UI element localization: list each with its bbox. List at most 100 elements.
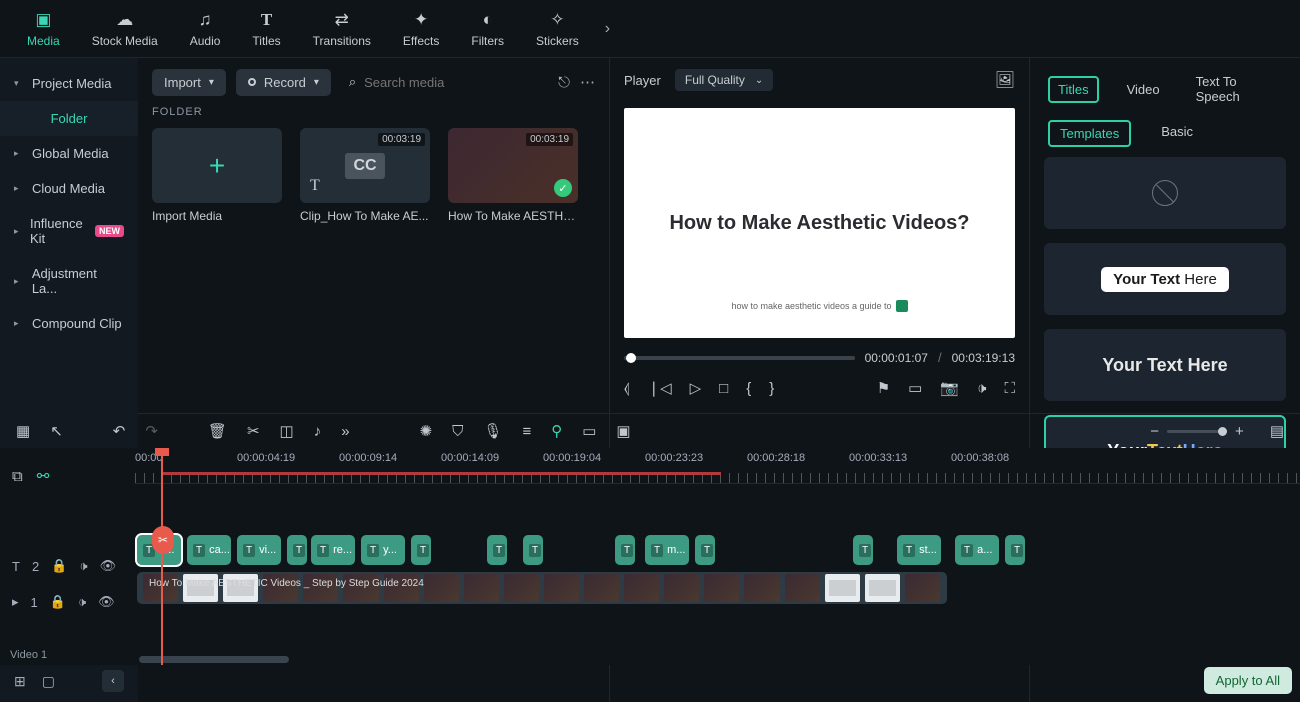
zoom-slider[interactable] (1167, 430, 1227, 433)
undo-icon[interactable]: ↶ (113, 422, 126, 440)
player-canvas[interactable]: How to Make Aesthetic Videos? how to mak… (624, 108, 1015, 338)
mark-in-icon[interactable]: { (746, 380, 751, 397)
marker-icon[interactable]: ⚑ (877, 379, 890, 397)
title-clip[interactable]: T (853, 535, 873, 565)
sidebar-compound-clip[interactable]: ▸Compound Clip (0, 306, 138, 341)
sidebar-influence-kit[interactable]: ▸Influence KitNEW (0, 206, 138, 256)
grid-icon[interactable]: ▦ (16, 422, 30, 440)
zoom-handle[interactable] (1218, 427, 1227, 436)
record-button[interactable]: Record▾ (236, 69, 331, 96)
shield-icon[interactable]: ⛉ (452, 423, 463, 440)
inspector-tab-tts[interactable]: Text To Speech (1188, 70, 1282, 108)
tab-transitions[interactable]: ⇄ Transitions (301, 6, 383, 52)
apply-to-all-button[interactable]: Apply to All (1204, 667, 1292, 694)
split-icon[interactable]: ✂ (247, 422, 260, 440)
volume-icon[interactable]: 🕩 (977, 380, 986, 397)
video-track[interactable]: How To Make AESTHETIC Videos _ Step by S… (135, 570, 1300, 608)
tab-effects[interactable]: ✦ Effects (391, 6, 451, 52)
eye-icon[interactable]: 👁 (98, 594, 115, 610)
lock-icon[interactable]: 🔒 (50, 594, 66, 610)
scrub-handle[interactable] (626, 353, 636, 363)
more-tools-icon[interactable]: » (341, 423, 349, 440)
cut-handle[interactable]: ✂ (152, 526, 174, 554)
tabs-more-icon[interactable]: › (605, 20, 610, 38)
new-folder-icon[interactable]: ⊞ (14, 673, 26, 690)
sparkle-icon[interactable]: ✺ (420, 422, 433, 440)
tab-stock-media[interactable]: ☁ Stock Media (80, 6, 170, 52)
mute-icon[interactable]: 🕩 (78, 594, 86, 610)
display-icon[interactable]: ▭ (908, 379, 922, 397)
zoom-in-icon[interactable]: + (1235, 423, 1244, 440)
inspector-tab-video[interactable]: Video (1119, 78, 1168, 101)
filter-icon[interactable]: ⎋ (558, 74, 570, 91)
template-pill[interactable]: Your Text Here (1044, 243, 1286, 315)
bin-icon[interactable]: ▢ (42, 673, 55, 690)
tab-titles[interactable]: T Titles (240, 6, 292, 52)
sidebar-project-media[interactable]: ▾Project Media (0, 66, 138, 101)
title-clip[interactable]: Tst... (897, 535, 941, 565)
template-plain[interactable]: Your Text Here (1044, 329, 1286, 401)
scrub-bar[interactable] (624, 356, 855, 360)
sidebar-folder[interactable]: Folder (0, 101, 138, 136)
title-clip[interactable]: Tm... (645, 535, 689, 565)
subtab-basic[interactable]: Basic (1151, 120, 1203, 147)
quality-select[interactable]: Full Quality⌄ (675, 69, 773, 91)
title-clip[interactable]: Ta... (955, 535, 999, 565)
tab-filters[interactable]: ◐ Filters (459, 6, 516, 52)
import-button[interactable]: Import▾ (152, 69, 226, 96)
frame-icon[interactable]: ▣ (616, 422, 630, 440)
sidebar-global-media[interactable]: ▸Global Media (0, 136, 138, 171)
mic-icon[interactable]: 🎙 (483, 422, 502, 440)
work-area[interactable] (161, 472, 721, 475)
media-clip-tile[interactable]: 00:03:19 CC T Clip_How To Make AE... (300, 128, 430, 223)
snapshot-icon[interactable]: 🖼 (995, 70, 1015, 90)
title-clip[interactable]: Tca... (187, 535, 231, 565)
title-clip[interactable]: Tre... (311, 535, 355, 565)
step-back-icon[interactable]: ❘◁ (648, 379, 672, 397)
title-clip[interactable]: T (1005, 535, 1025, 565)
sidebar-cloud-media[interactable]: ▸Cloud Media (0, 171, 138, 206)
audio-icon[interactable]: ♪ (314, 423, 322, 440)
fullscreen-icon[interactable]: ⛶ (1004, 380, 1015, 397)
title-clip[interactable]: T (411, 535, 431, 565)
sidebar-adjustment-layer[interactable]: ▸Adjustment La... (0, 256, 138, 306)
tab-audio[interactable]: ♫ Audio (178, 6, 233, 52)
template-none[interactable] (1044, 157, 1286, 229)
track-header-titles[interactable]: T 2 🔒 🕩 👁 (0, 548, 135, 584)
timeline-tracks[interactable]: 00:0000:00:04:1900:00:09:1400:00:14:0900… (135, 448, 1300, 665)
title-track[interactable]: Th...Tca...Tvi...TTre...Ty...TTTTTm...TT… (135, 532, 1300, 568)
play-icon[interactable]: ▷ (690, 379, 702, 397)
track-header-video[interactable]: ▸ 1 🔒 🕩 👁 (0, 584, 135, 620)
link-icon[interactable]: ⚯ (37, 467, 50, 485)
lock-icon[interactable]: 🔒 (51, 558, 67, 574)
prev-frame-icon[interactable]: ⦉ (624, 380, 630, 397)
time-ruler[interactable]: 00:0000:00:04:1900:00:09:1400:00:14:0900… (135, 448, 1300, 484)
title-clip[interactable]: T (523, 535, 543, 565)
magnet-icon[interactable]: ⚲ (551, 422, 562, 440)
duplicate-icon[interactable]: ⧉ (12, 468, 23, 485)
playhead[interactable] (161, 448, 163, 665)
title-clip[interactable]: T (695, 535, 715, 565)
redo-icon[interactable]: ↷ (145, 422, 158, 440)
zoom-out-icon[interactable]: − (1150, 423, 1159, 440)
title-clip[interactable]: T (615, 535, 635, 565)
camera-icon[interactable]: 📷 (940, 379, 959, 397)
tab-stickers[interactable]: ✧ Stickers (524, 6, 591, 52)
tab-media[interactable]: ▣ Media (15, 6, 72, 52)
layout-icon[interactable]: ▤ (1270, 422, 1284, 440)
mute-icon[interactable]: 🕩 (79, 558, 87, 574)
collapse-sidebar-button[interactable]: ‹ (102, 670, 124, 692)
title-clip[interactable]: T (287, 535, 307, 565)
search-input[interactable] (364, 75, 540, 90)
stop-icon[interactable]: □ (719, 380, 728, 397)
pointer-icon[interactable]: ↖ (50, 422, 63, 440)
screen-icon[interactable]: ▭ (582, 422, 596, 440)
title-clip[interactable]: Tvi... (237, 535, 281, 565)
title-clip[interactable]: T (487, 535, 507, 565)
delete-icon[interactable]: 🗑 (208, 422, 227, 440)
inspector-tab-titles[interactable]: Titles (1048, 76, 1099, 103)
eye-icon[interactable]: 👁 (100, 558, 117, 574)
mark-out-icon[interactable]: } (769, 380, 774, 397)
import-media-tile[interactable]: + Import Media (152, 128, 282, 223)
subtab-templates[interactable]: Templates (1048, 120, 1131, 147)
